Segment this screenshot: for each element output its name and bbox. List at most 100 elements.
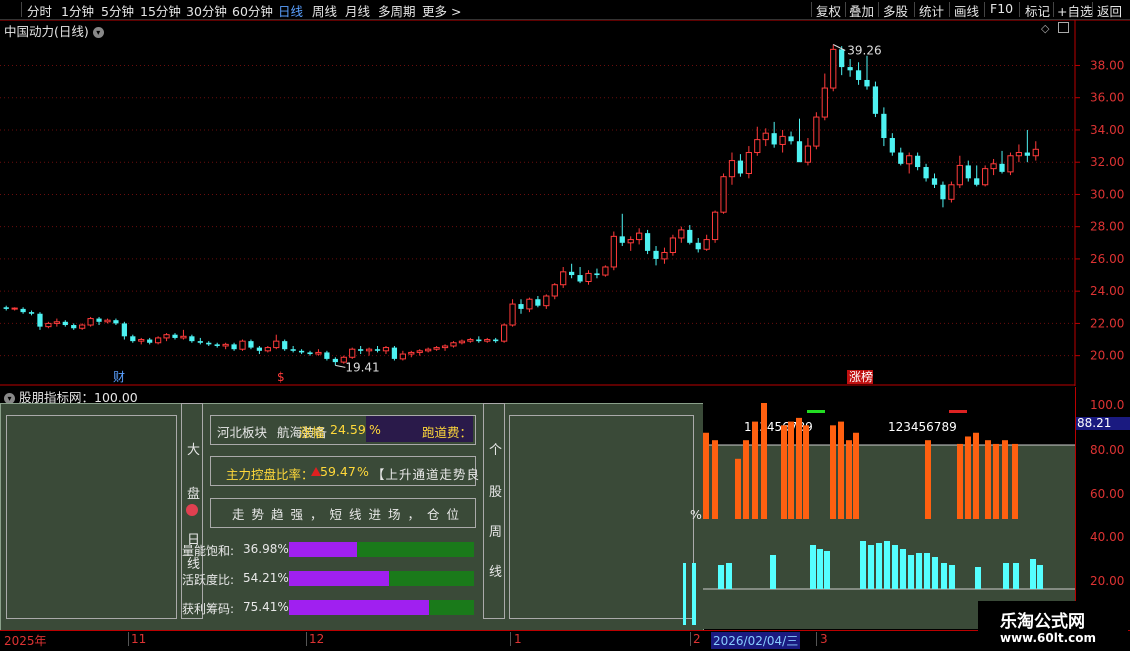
candle [130,334,136,343]
alert-icon [186,504,198,516]
activity-ratio-bar [289,571,474,586]
candle [458,339,466,345]
cyan-bar [916,553,922,589]
adjust-button[interactable]: 复权 [816,1,841,20]
overlay-button[interactable]: 叠加 [849,1,874,20]
period-tab-15min[interactable]: 15分钟 [140,1,181,20]
control-text: 【上升通道走势良 [372,467,481,482]
candle [518,299,524,314]
cyan-bar [884,541,890,589]
cyan-bar [932,557,938,589]
period-tab-1min[interactable]: 1分钟 [61,1,94,20]
maximize-icon[interactable] [1058,22,1069,33]
orange-bar [925,440,931,519]
indicator-panel: 大 盘 日 线 河北板块 航海装备 涨幅 24.59 % 跑道费： 主力控盘比率… [0,403,1075,631]
orange-bar [985,440,991,519]
candle [79,323,86,330]
red-marker [949,410,967,413]
axis-divider [1075,387,1076,630]
candle [594,268,600,279]
candle [62,320,68,327]
green-marker [807,410,825,413]
candle [180,329,187,340]
period-tab-more[interactable]: 更多 > [422,1,461,20]
period-tab-fenshi[interactable]: 分时 [27,1,52,20]
orange-bar [957,443,963,519]
candle [399,350,406,361]
candle [644,229,651,255]
candle [1032,141,1039,161]
add-watchlist-button[interactable]: +自选 [1057,1,1092,20]
cyan-bar [810,545,816,589]
time-label: 1 [514,632,522,646]
f10-button[interactable]: F10 [990,1,1013,16]
period-tab-60min[interactable]: 60分钟 [232,1,273,20]
y-tick-label: 32.00 [1090,155,1124,169]
cyan-bar [900,549,906,589]
candle [155,336,162,345]
event-marker[interactable]: 财 [113,370,125,384]
diamond-icon[interactable]: ◇ [1041,22,1049,35]
advice-text: 走势趋强，短线进场，仓位 [232,507,467,522]
cyan-bar [692,563,696,625]
cyan-bar [908,555,914,589]
orange-bar [1002,440,1008,519]
period-tab-daily[interactable]: 日线 [278,1,303,20]
cyan-bar [726,563,732,589]
cyan-bar [860,541,866,589]
period-tab-5min[interactable]: 5分钟 [101,1,134,20]
candle [627,236,634,251]
market-label-char: 大 [187,443,201,458]
time-label: 2025年 [4,634,47,648]
draw-line-button[interactable]: 画线 [954,1,979,20]
candle [476,336,482,343]
kline-chart[interactable]: 38.00 36.00 34.00 32.00 30.00 28.00 26.00 24.00… [0,20,1130,386]
time-label: 11 [131,632,147,646]
candle [956,155,963,188]
ind-y-tick: 20.00 [1090,574,1125,588]
candle [779,129,786,153]
period-tab-monthly[interactable]: 月线 [345,1,370,20]
stock-title: 中国动力(日线) [4,24,89,39]
cursor-date: 2026/02/04/三 [711,632,801,649]
market-label-char: 盘 [187,487,201,502]
cyan-bar [924,553,930,589]
candle [813,112,820,150]
candle [543,294,550,309]
stock-label-char: 个 [489,443,503,458]
cyan-bar [718,565,724,589]
stock-label-column [483,403,505,619]
candle [703,234,710,251]
candle [433,345,440,351]
dropdown-icon[interactable]: ▾ [92,27,104,38]
event-marker[interactable]: 涨榜 [849,369,873,384]
orange-bar [735,458,741,519]
current-value: 88.21 [1077,416,1112,430]
event-marker[interactable]: $ [277,370,285,384]
candle [282,339,288,351]
multi-stock-button[interactable]: 多股 [883,1,908,20]
ind-y-tick: 80.00 [1090,443,1125,457]
candle [358,345,364,355]
candle [602,265,609,277]
y-tick-label: 26.00 [1090,252,1124,266]
period-tab-weekly[interactable]: 周线 [312,1,337,20]
candle [467,337,474,343]
candle [1015,144,1023,163]
cyan-bar [949,565,955,589]
period-tab-multi[interactable]: 多周期 [378,1,416,20]
chart-title: 中国动力(日线) ▾ [4,21,104,40]
candle [585,270,592,285]
rank-value: 24.59 [330,422,366,437]
watermark-title: 乐淘公式网 [1000,612,1085,632]
candle [509,299,516,327]
candle [71,323,77,330]
statistics-button[interactable]: 统计 [919,1,944,20]
period-tab-30min[interactable]: 30分钟 [186,1,227,20]
orange-bar [830,425,836,519]
mark-button[interactable]: 标记 [1025,1,1050,20]
cyan-bar [1030,559,1036,589]
back-button[interactable]: 返回 [1097,1,1122,20]
orange-bar [993,443,999,519]
candle [610,231,617,271]
